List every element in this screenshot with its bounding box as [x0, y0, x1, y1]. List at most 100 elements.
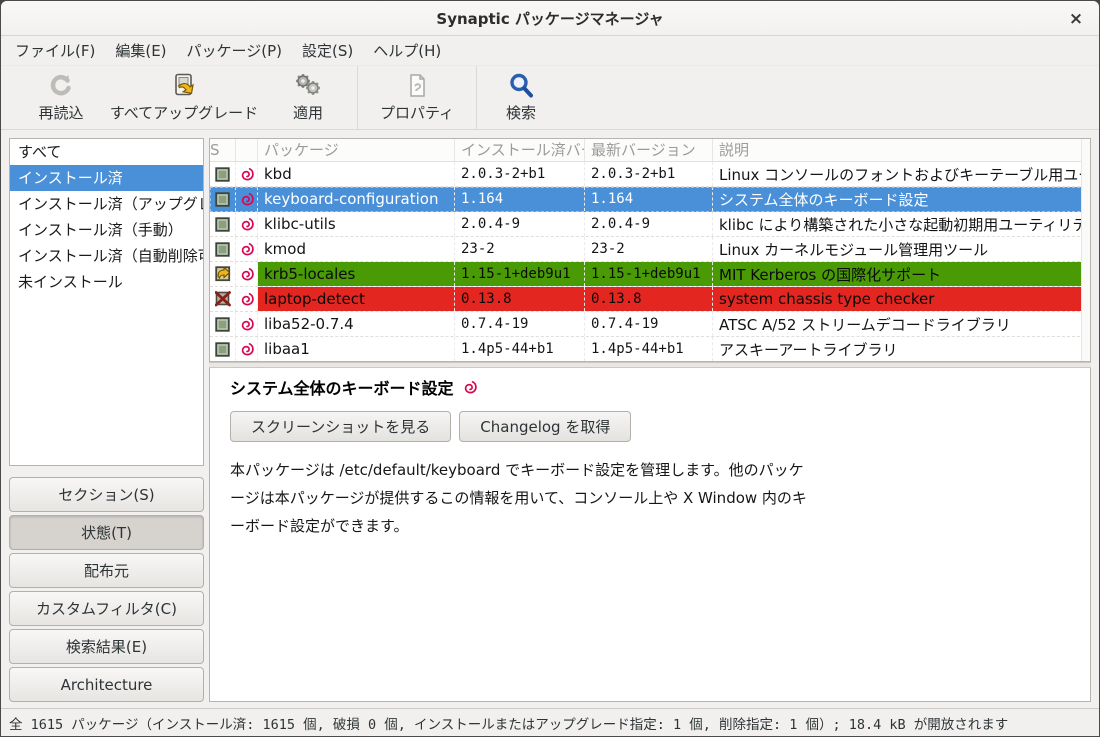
debian-swirl-icon [236, 262, 258, 286]
status-button[interactable]: 状態(T) [9, 515, 204, 550]
reload-button[interactable]: 再読込 [17, 66, 105, 129]
table-row[interactable]: klibc-utils 2.0.4-9 2.0.4-9 klibc により構築さ… [210, 212, 1090, 237]
synaptic-window: Synaptic パッケージマネージャ × ファイル(F) 編集(E) パッケー… [0, 0, 1100, 737]
package-description: klibc により構築された小さな起動初期用ユーティリティ [713, 212, 1090, 236]
properties-label: プロパティ [380, 102, 454, 123]
status-installed-icon [210, 237, 236, 261]
filter-installed-upgradable[interactable]: インストール済（アップグレード可能） [10, 191, 203, 217]
architecture-button[interactable]: Architecture [9, 667, 204, 702]
status-installed-icon [210, 337, 236, 361]
package-description: ATSC A/52 ストリームデコードライブラリ [713, 312, 1090, 336]
installed-version: 23-2 [455, 237, 585, 261]
filter-not-installed[interactable]: 未インストール [10, 269, 203, 295]
menu-settings[interactable]: 設定(S) [292, 36, 363, 65]
search-icon [507, 72, 535, 100]
table-row-marked-removal[interactable]: laptop-detect 0.13.8 0.13.8 system chass… [210, 287, 1090, 312]
main-pane: S パッケージ インストール済バージョン 最新バージョン 説明 kbd [209, 138, 1091, 702]
status-installed-icon [210, 187, 236, 211]
menu-edit[interactable]: 編集(E) [105, 36, 176, 65]
search-button[interactable]: 検索 [481, 66, 561, 129]
latest-version: 1.4p5-44+b1 [585, 337, 713, 361]
filter-all[interactable]: すべて [10, 139, 203, 165]
properties-button[interactable]: プロパティ [362, 66, 472, 129]
table-row-marked-upgrade[interactable]: krb5-locales 1.15-1+deb9u1 1.15-1+deb9u1… [210, 262, 1090, 287]
menu-package[interactable]: パッケージ(P) [177, 36, 292, 65]
column-header-installed-version[interactable]: インストール済バージョン [455, 139, 585, 161]
package-description: MIT Kerberos の国際化サポート [713, 262, 1090, 286]
statusbar-summary: 全 1615 パッケージ（インストール済: 1615 個, 破損 0 個, イン… [9, 713, 1008, 733]
upgrade-all-label: すべてアップグレード [110, 102, 258, 123]
column-header-description[interactable]: 説明 [713, 139, 1090, 161]
upgrade-all-icon [170, 72, 198, 100]
detail-description: 本パッケージは /etc/default/keyboard でキーボード設定を管… [230, 456, 818, 540]
debian-swirl-icon [236, 312, 258, 336]
table-row[interactable]: libaa1 1.4p5-44+b1 1.4p5-44+b1 アスキーアートライ… [210, 337, 1090, 362]
sections-button[interactable]: セクション(S) [9, 477, 204, 512]
package-name: liba52-0.7.4 [258, 312, 455, 336]
toolbar: 再読込 すべてアップグレード [1, 66, 1099, 130]
table-row-selected[interactable]: keyboard-configuration 1.164 1.164 システム全… [210, 187, 1090, 212]
search-results-button[interactable]: 検索結果(E) [9, 629, 204, 664]
debian-swirl-icon [236, 212, 258, 236]
get-changelog-button[interactable]: Changelog を取得 [459, 411, 631, 442]
package-name: libaa1 [258, 337, 455, 361]
package-name: kbd [258, 162, 455, 186]
menu-file[interactable]: ファイル(F) [5, 36, 105, 65]
close-icon[interactable]: × [1063, 6, 1089, 32]
filter-buttons: セクション(S) 状態(T) 配布元 カスタムフィルタ(C) 検索結果(E) A… [9, 477, 204, 702]
get-screenshot-button[interactable]: スクリーンショットを見る [230, 411, 451, 442]
filter-installed-autoremovable[interactable]: インストール済（自動削除可能） [10, 243, 203, 269]
latest-version: 2.0.3-2+b1 [585, 162, 713, 186]
column-header-package[interactable]: パッケージ [258, 139, 455, 161]
status-installed-icon [210, 162, 236, 186]
properties-icon [403, 72, 431, 100]
column-header-status[interactable]: S [210, 139, 236, 161]
upgrade-all-button[interactable]: すべてアップグレード [105, 66, 263, 129]
package-description: アスキーアートライブラリ [713, 337, 1090, 361]
toolbar-separator [357, 66, 358, 129]
origin-button[interactable]: 配布元 [9, 553, 204, 588]
debian-swirl-icon [462, 379, 478, 395]
latest-version: 0.13.8 [585, 287, 713, 311]
table-vertical-scrollbar[interactable] [1081, 139, 1090, 361]
package-name: kmod [258, 237, 455, 261]
titlebar[interactable]: Synaptic パッケージマネージャ × [1, 1, 1099, 36]
custom-filters-button[interactable]: カスタムフィルタ(C) [9, 591, 204, 626]
apply-label: 適用 [293, 102, 323, 123]
filter-list: すべて インストール済 インストール済（アップグレード可能） インストール済（手… [9, 138, 204, 466]
table-row[interactable]: kmod 23-2 23-2 Linux カーネルモジュール管理用ツール [210, 237, 1090, 262]
status-marked-upgrade-icon [210, 262, 236, 286]
latest-version: 23-2 [585, 237, 713, 261]
apply-button[interactable]: 適用 [263, 66, 353, 129]
content-area: すべて インストール済 インストール済（アップグレード可能） インストール済（手… [1, 130, 1099, 708]
package-name: keyboard-configuration [258, 187, 455, 211]
column-header-latest-version[interactable]: 最新バージョン [585, 139, 713, 161]
package-name: klibc-utils [258, 212, 455, 236]
package-description: システム全体のキーボード設定 [713, 187, 1090, 211]
menu-help[interactable]: ヘルプ(H) [363, 36, 451, 65]
status-marked-removal-icon [210, 287, 236, 311]
reload-label: 再読込 [38, 102, 83, 123]
latest-version: 0.7.4-19 [585, 312, 713, 336]
latest-version: 2.0.4-9 [585, 212, 713, 236]
search-label: 検索 [506, 102, 536, 123]
package-name: laptop-detect [258, 287, 455, 311]
column-header-origin[interactable] [236, 139, 258, 161]
table-header: S パッケージ インストール済バージョン 最新バージョン 説明 [210, 139, 1090, 162]
latest-version: 1.15-1+deb9u1 [585, 262, 713, 286]
window-title: Synaptic パッケージマネージャ [436, 8, 663, 29]
installed-version: 1.4p5-44+b1 [455, 337, 585, 361]
filter-installed[interactable]: インストール済 [10, 165, 203, 191]
detail-pane: システム全体のキーボード設定 スクリーンショットを見る Changelog を取… [209, 368, 1091, 702]
sidebar: すべて インストール済 インストール済（アップグレード可能） インストール済（手… [9, 138, 204, 702]
table-row[interactable]: kbd 2.0.3-2+b1 2.0.3-2+b1 Linux コンソールのフォ… [210, 162, 1090, 187]
debian-swirl-icon [236, 237, 258, 261]
filter-installed-manual[interactable]: インストール済（手動） [10, 217, 203, 243]
debian-swirl-icon [236, 287, 258, 311]
apply-gears-icon [294, 72, 322, 100]
package-table: S パッケージ インストール済バージョン 最新バージョン 説明 kbd [209, 138, 1091, 362]
installed-version: 1.15-1+deb9u1 [455, 262, 585, 286]
toolbar-separator [476, 66, 477, 129]
table-row[interactable]: liba52-0.7.4 0.7.4-19 0.7.4-19 ATSC A/52… [210, 312, 1090, 337]
menubar: ファイル(F) 編集(E) パッケージ(P) 設定(S) ヘルプ(H) [1, 36, 1099, 66]
